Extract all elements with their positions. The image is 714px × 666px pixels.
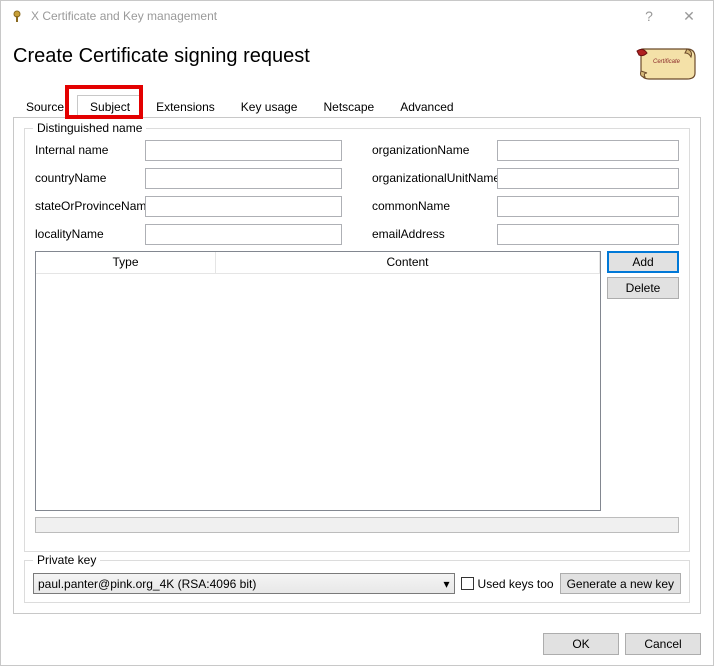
state-name-field[interactable] xyxy=(145,196,342,217)
private-key-select[interactable]: paul.panter@pink.org_4K (RSA:4096 bit) ▾ xyxy=(33,573,455,594)
dn-table[interactable]: Type Content xyxy=(35,251,601,511)
tabstrip: Source Subject Extensions Key usage Nets… xyxy=(13,94,701,118)
dn-group-title: Distinguished name xyxy=(33,121,146,135)
svg-text:Certificate: Certificate xyxy=(653,59,681,65)
locality-name-label: localityName xyxy=(35,227,145,241)
checkbox-box-icon xyxy=(461,577,474,590)
state-name-label: stateOrProvinceName xyxy=(35,199,145,213)
ok-button[interactable]: OK xyxy=(543,633,619,655)
internal-name-field[interactable] xyxy=(145,140,342,161)
tab-extensions[interactable]: Extensions xyxy=(143,95,228,117)
tab-source[interactable]: Source xyxy=(13,95,77,117)
organization-name-label: organizationName xyxy=(372,143,497,157)
distinguished-name-group: Distinguished name Internal name country… xyxy=(24,128,690,552)
chevron-down-icon: ▾ xyxy=(444,577,450,591)
email-address-label: emailAddress xyxy=(372,227,497,241)
dn-table-area: Type Content Add Delete xyxy=(35,251,679,511)
titlebar: X Certificate and Key management ? ✕ xyxy=(1,1,713,31)
header-row: Create Certificate signing request Certi… xyxy=(13,43,701,86)
common-name-field[interactable] xyxy=(497,196,679,217)
content-area: Create Certificate signing request Certi… xyxy=(1,31,713,624)
dn-table-body[interactable] xyxy=(36,274,600,510)
private-key-group-title: Private key xyxy=(33,553,100,567)
tab-subject[interactable]: Subject xyxy=(77,95,143,118)
email-address-field[interactable] xyxy=(497,224,679,245)
tab-advanced[interactable]: Advanced xyxy=(387,95,466,117)
country-name-field[interactable] xyxy=(145,168,342,189)
dn-table-header-content[interactable]: Content xyxy=(216,252,600,273)
organizational-unit-label: organizationalUnitName xyxy=(372,171,497,185)
private-key-row: paul.panter@pink.org_4K (RSA:4096 bit) ▾… xyxy=(33,573,681,594)
common-name-label: commonName xyxy=(372,199,497,213)
dn-table-header-type[interactable]: Type xyxy=(36,252,216,273)
dn-table-buttons: Add Delete xyxy=(607,251,679,511)
page-title: Create Certificate signing request xyxy=(13,45,310,68)
delete-button[interactable]: Delete xyxy=(607,277,679,299)
dialog-buttons: OK Cancel xyxy=(543,633,701,655)
close-button[interactable]: ✕ xyxy=(669,2,709,30)
country-name-label: countryName xyxy=(35,171,145,185)
dn-table-header: Type Content xyxy=(36,252,600,274)
private-key-selected-value: paul.panter@pink.org_4K (RSA:4096 bit) xyxy=(38,577,256,591)
tab-body: Distinguished name Internal name country… xyxy=(13,118,701,614)
dialog-window: X Certificate and Key management ? ✕ Cre… xyxy=(0,0,714,666)
organizational-unit-field[interactable] xyxy=(497,168,679,189)
extra-dn-bar[interactable] xyxy=(35,517,679,533)
cancel-button[interactable]: Cancel xyxy=(625,633,701,655)
app-icon xyxy=(9,8,25,24)
tab-netscape[interactable]: Netscape xyxy=(310,95,387,117)
used-keys-label: Used keys too xyxy=(478,577,554,591)
scroll-logo-icon: Certificate xyxy=(633,43,701,86)
add-button[interactable]: Add xyxy=(607,251,679,273)
organization-name-field[interactable] xyxy=(497,140,679,161)
internal-name-label: Internal name xyxy=(35,143,145,157)
used-keys-checkbox[interactable]: Used keys too xyxy=(461,577,554,591)
dn-fields: Internal name countryName stateOrProvinc… xyxy=(35,139,679,245)
private-key-group: Private key paul.panter@pink.org_4K (RSA… xyxy=(24,560,690,603)
help-button[interactable]: ? xyxy=(629,2,669,30)
generate-key-button[interactable]: Generate a new key xyxy=(560,573,681,594)
locality-name-field[interactable] xyxy=(145,224,342,245)
window-title: X Certificate and Key management xyxy=(31,9,629,23)
tab-key-usage[interactable]: Key usage xyxy=(228,95,311,117)
